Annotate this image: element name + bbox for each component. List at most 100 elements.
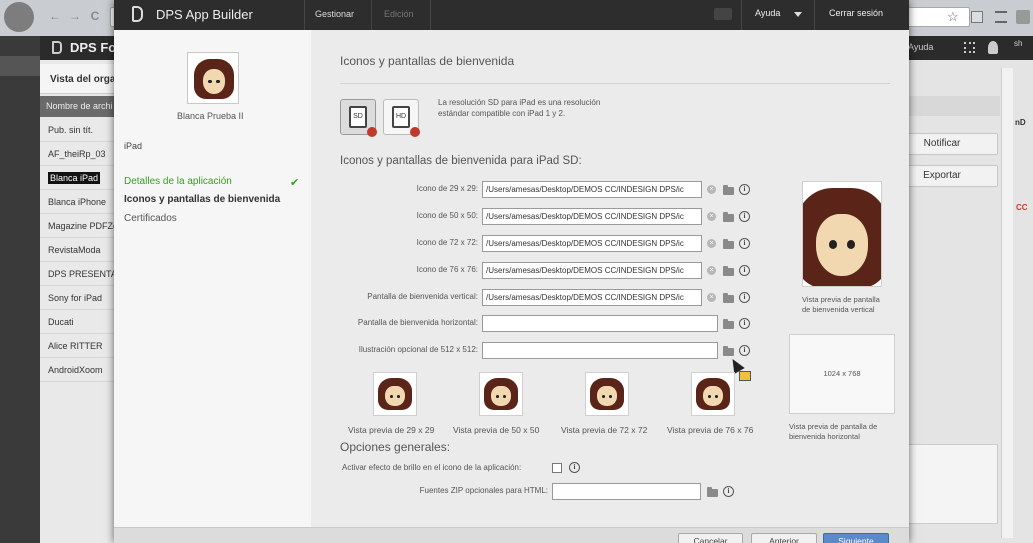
next-step-button[interactable]: Siguiente [823,533,889,543]
clear-icon[interactable]: × [707,239,716,248]
preview-76-image [696,378,730,410]
title-bar-divider [814,0,815,30]
organizer-title: Vista del orga [50,74,116,85]
list-item-label: Blanca iPad [48,172,101,184]
folder-icon[interactable] [723,239,734,249]
clear-icon[interactable]: × [707,266,716,275]
chat-icon[interactable] [714,8,732,20]
list-item[interactable]: RevistaModa [40,238,120,262]
app-name: Blanca Prueba II [177,111,244,121]
info-icon[interactable]: i [739,292,750,303]
browser-logo [4,2,34,32]
window-controls[interactable] [1016,10,1030,24]
copy-badge-icon [739,371,751,381]
list-item[interactable]: Alice RITTER [40,334,120,358]
reload-button[interactable]: C [88,9,102,23]
back-step-button[interactable]: Anterior [751,533,817,543]
chevron-down-icon[interactable] [794,12,802,17]
forward-button[interactable]: → [68,9,82,23]
artwork-512-input[interactable] [482,342,718,359]
artwork-512-label: Ilustración opcional de 512 x 512: [358,345,478,354]
step-app-details[interactable]: Detalles de la aplicación [124,176,232,187]
bookmark-star-icon[interactable]: ☆ [947,9,959,25]
icon-76-label: Icono de 76 x 76: [416,265,478,274]
list-item[interactable]: AF_theiRp_03 [40,142,120,166]
user-icon[interactable] [988,41,998,54]
step-certificates[interactable]: Certificados [124,213,177,224]
list-item[interactable]: Sony for iPad [40,286,120,310]
dialog-title: DPS App Builder [156,7,253,22]
step-icons-splash[interactable]: Iconos y pantallas de bienvenida [124,194,280,205]
cancel-button[interactable]: Cancelar [678,533,743,543]
brightness-checkbox[interactable] [552,463,562,473]
icon-76-input[interactable]: /Users/amesas/Desktop/DEMOS CC/INDESIGN … [482,262,702,279]
hd-error-icon [410,127,420,137]
sd-error-icon [367,127,377,137]
tab-edit[interactable]: Edición [384,9,414,19]
folder-icon[interactable] [723,319,734,329]
info-icon[interactable]: i [739,238,750,249]
info-icon[interactable]: i [739,211,750,222]
info-icon[interactable]: i [739,345,750,356]
list-item[interactable]: Pub. sin tít. [40,118,120,142]
close-session-link[interactable]: Cerrar sesión [829,8,883,18]
right-edge-text: sh [1014,39,1023,48]
app-icon-frame [187,52,239,104]
info-icon[interactable]: i [723,486,734,497]
title-bar-divider [430,0,431,30]
preview-50 [479,372,523,416]
right-edge-text: CC [1016,203,1028,212]
list-item[interactable]: Blanca iPhone [40,190,120,214]
info-icon[interactable]: i [739,318,750,329]
info-icon[interactable]: i [739,184,750,195]
sd-tablet-icon: SD [349,106,367,128]
folder-icon[interactable] [723,212,734,222]
device-label: iPad [124,141,143,151]
extension-icon[interactable] [971,11,983,23]
list-item[interactable]: Magazine PDFZo [40,214,120,238]
os-edge [0,36,40,543]
hd-tablet-icon: HD [392,106,410,128]
list-item[interactable]: DPS PRESENTAC [40,262,120,286]
splash-vertical-label: Pantalla de bienvenida vertical: [367,292,478,301]
clear-icon[interactable]: × [707,293,716,302]
preview-76-caption: Vista previa de 76 x 76 [667,425,754,435]
splash-vertical-input[interactable]: /Users/amesas/Desktop/DEMOS CC/INDESIGN … [482,289,702,306]
info-icon[interactable]: i [739,265,750,276]
right-edge-text: nD [1015,118,1026,127]
preview-72 [585,372,629,416]
folder-icon[interactable] [723,293,734,303]
os-side-decoration [0,56,40,76]
tab-manage[interactable]: Gestionar [315,9,354,19]
dialog-main-panel: Iconos y pantallas de bienvenida SD HD L… [311,30,909,527]
splash-horizontal-input[interactable] [482,315,718,332]
icon-72-input[interactable]: /Users/amesas/Desktop/DEMOS CC/INDESIGN … [482,235,702,252]
icon-50-input[interactable]: /Users/amesas/Desktop/DEMOS CC/INDESIGN … [482,208,702,225]
list-item[interactable]: Ducati [40,310,120,334]
zip-input[interactable] [552,483,701,500]
page-title: Iconos y pantallas de bienvenida [340,54,515,68]
dps-app-builder-dialog: DPS App Builder Gestionar Edición Ayuda … [114,0,909,543]
help-menu[interactable]: Ayuda [755,8,780,18]
clear-icon[interactable]: × [707,185,716,194]
scrollbar[interactable] [1001,68,1013,538]
brightness-label: Activar efecto de brillo en el icono de … [342,463,522,472]
info-icon[interactable]: i [569,462,580,473]
folder-icon[interactable] [723,266,734,276]
list-item[interactable]: AndroidXoom [40,358,120,382]
back-button[interactable]: ← [48,9,62,23]
icon-29-input[interactable]: /Users/amesas/Desktop/DEMOS CC/INDESIGN … [482,181,702,198]
clear-icon[interactable]: × [707,212,716,221]
folder-icon[interactable] [707,487,718,497]
sd-toggle[interactable]: SD [340,99,377,137]
folder-icon[interactable] [723,346,734,356]
hd-toggle[interactable]: HD [383,99,420,137]
grid-icon[interactable] [964,42,975,53]
background-help-link[interactable]: Ayuda [908,42,933,52]
vertical-splash-image [803,188,881,286]
list-item-selected[interactable]: Blanca iPad [40,166,120,190]
folder-icon[interactable] [723,185,734,195]
resolution-note: La resolución SD para iPad es una resolu… [438,98,601,118]
menu-icon[interactable] [995,11,1007,23]
vertical-splash-preview [802,181,882,287]
